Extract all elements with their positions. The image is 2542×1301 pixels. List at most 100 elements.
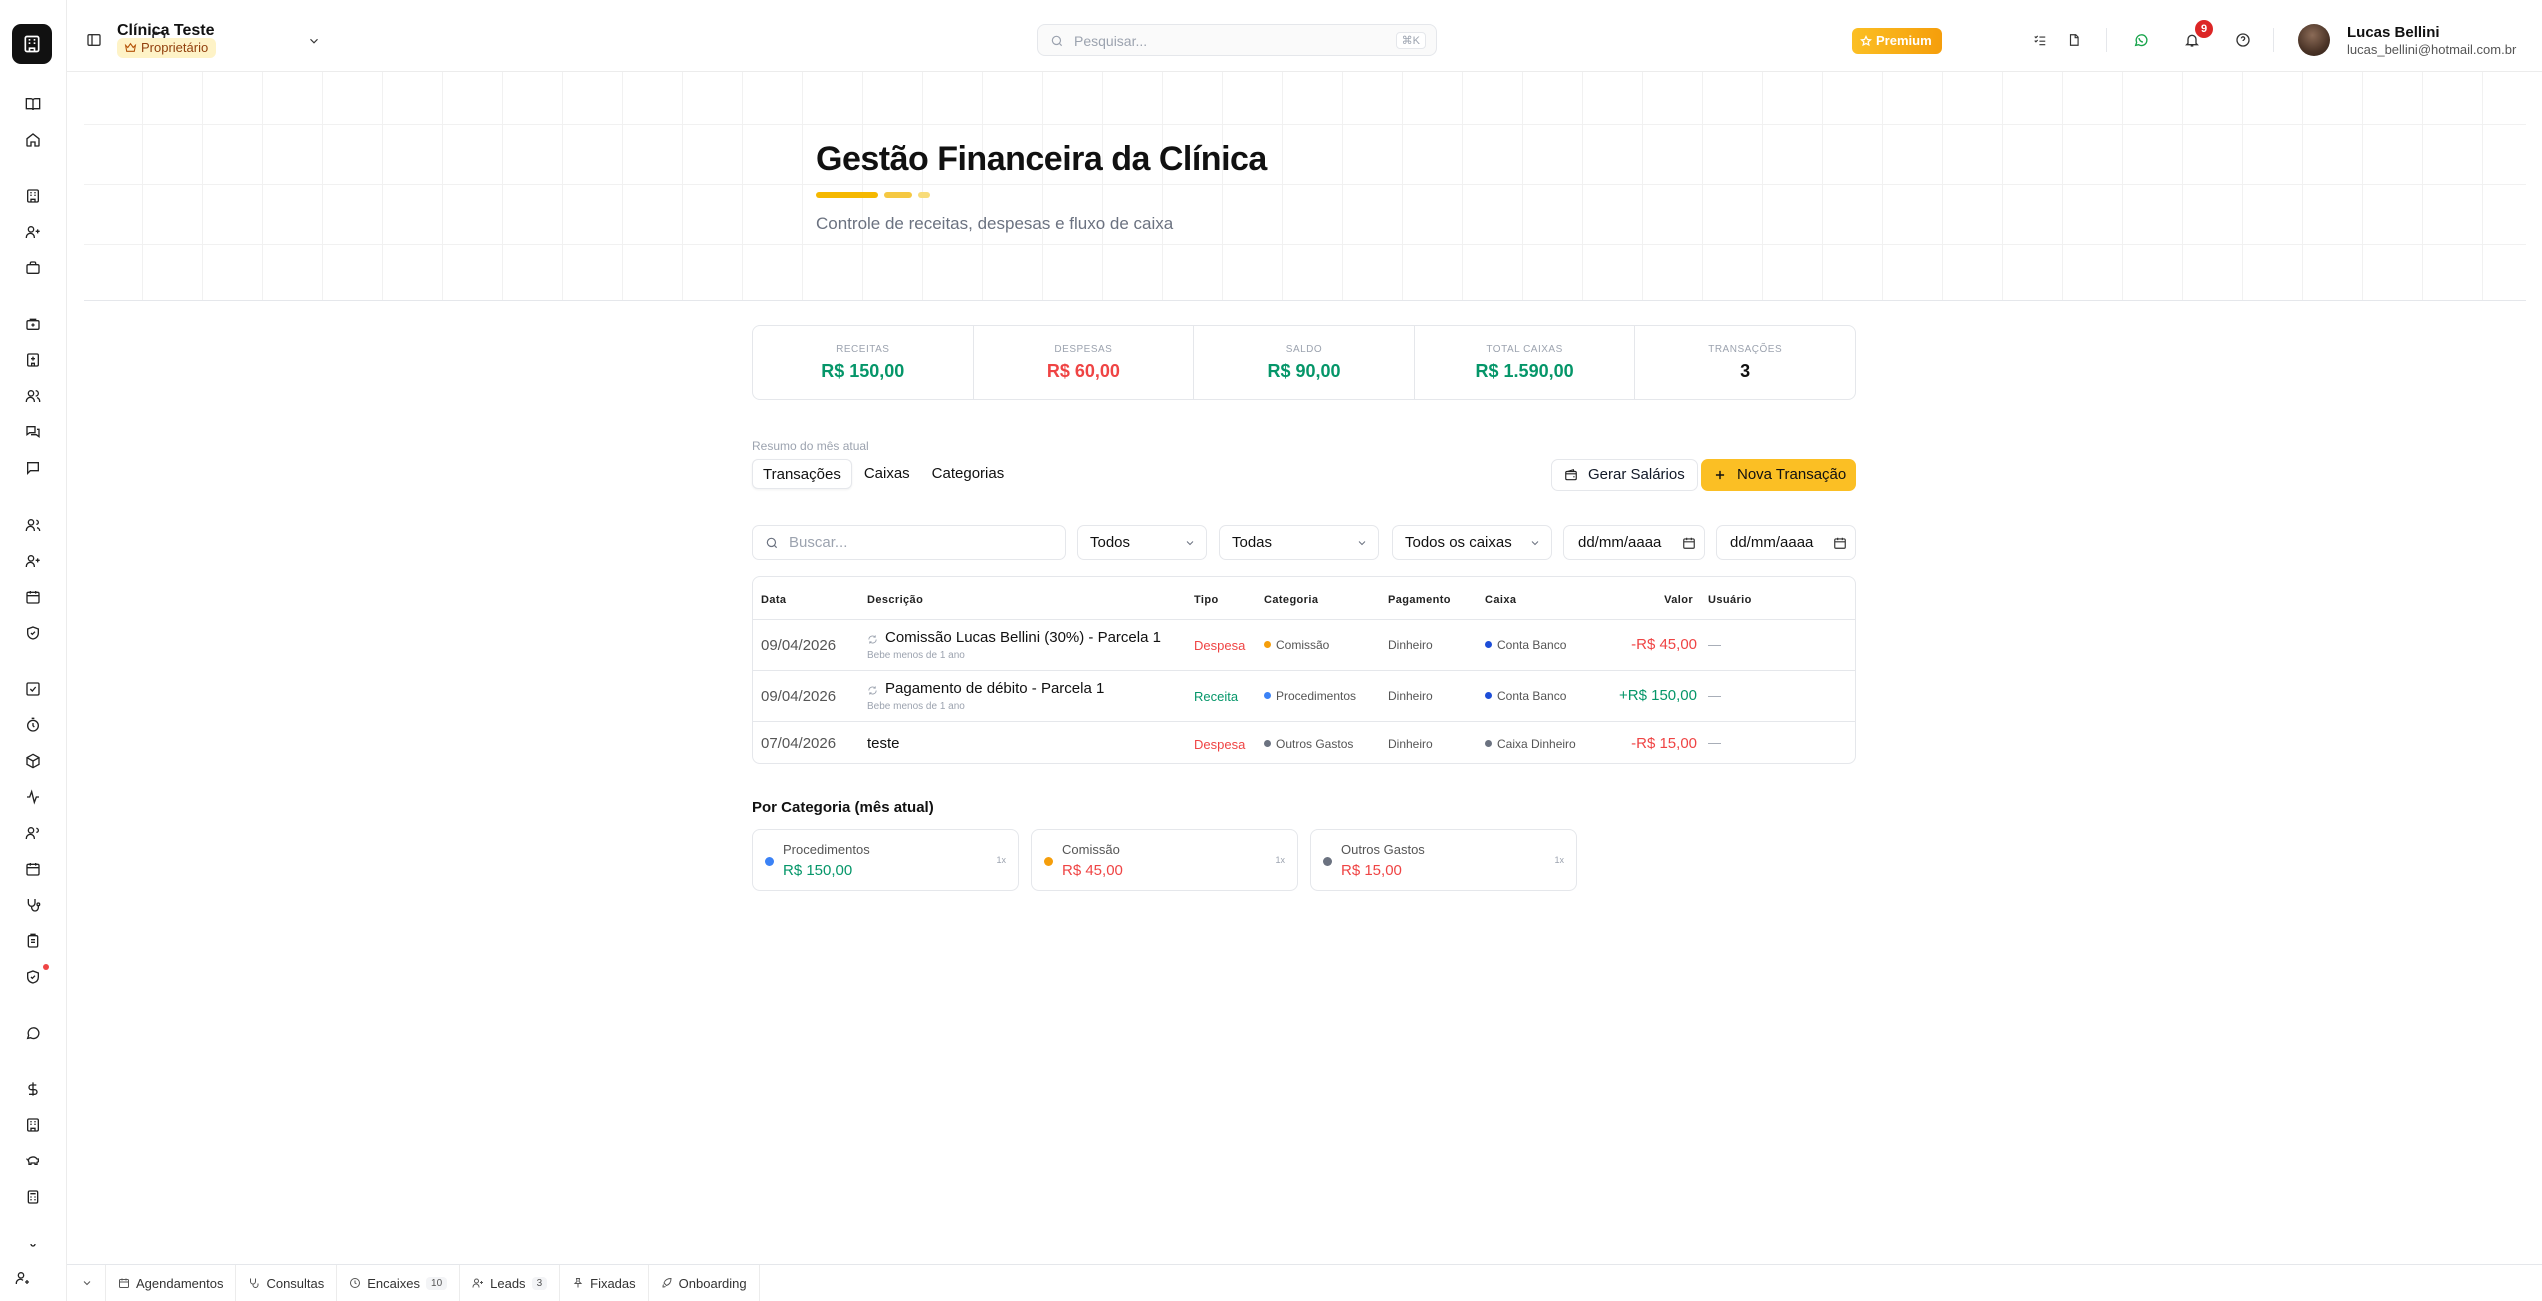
schedule-icon[interactable] (24, 860, 42, 878)
new-transaction-button[interactable]: Nova Transação (1701, 459, 1857, 491)
row-date: 09/04/2026 (761, 637, 837, 654)
collapse-bar-button[interactable] (67, 1264, 106, 1301)
contacts-icon[interactable] (24, 824, 42, 842)
table-row[interactable]: 09/04/2026 Comissão Lucas Bellini (30%) … (753, 619, 1855, 670)
quick-agendamentos[interactable]: Agendamentos (106, 1264, 237, 1301)
row-payment: Dinheiro (1388, 689, 1433, 703)
category-filter-select[interactable]: Todas (1219, 525, 1379, 560)
global-search-input[interactable]: Pesquisar... ⌘K (1037, 24, 1437, 56)
category-count: 1x (996, 855, 1006, 865)
row-description-subtitle: Bebe menos de 1 ano (867, 701, 965, 712)
briefcase-icon[interactable] (24, 259, 42, 277)
transactions-table: Data Descrição Tipo Categoria Pagamento … (752, 576, 1856, 764)
piggy-bank-icon[interactable] (24, 1152, 42, 1170)
avatar[interactable] (2298, 24, 2330, 56)
user-plus-icon[interactable] (24, 223, 42, 241)
dollar-icon[interactable] (24, 1080, 42, 1098)
table-row[interactable]: 09/04/2026 Pagamento de débito - Parcela… (753, 670, 1855, 721)
row-category: Comissão (1264, 638, 1329, 652)
timer-icon[interactable] (24, 716, 42, 734)
premium-badge[interactable]: Premium (1852, 28, 1942, 54)
row-cashbox: Conta Banco (1485, 689, 1566, 703)
row-description: teste (867, 735, 900, 752)
generate-salaries-label: Gerar Salários (1588, 466, 1685, 483)
quick-label: Consultas (266, 1275, 325, 1291)
row-date: 09/04/2026 (761, 688, 837, 705)
date-from-input[interactable]: dd/mm/aaaa (1563, 525, 1705, 560)
home-icon[interactable] (24, 131, 42, 149)
tab-categorias[interactable]: Categorias (922, 459, 1015, 489)
table-row[interactable]: 07/04/2026 teste Despesa Outros Gastos D… (753, 721, 1855, 763)
briefcase-medical-icon[interactable] (24, 315, 42, 333)
clipboard-icon[interactable] (24, 932, 42, 950)
whatsapp-icon[interactable] (24, 1024, 42, 1042)
user-settings-icon[interactable] (14, 1269, 32, 1287)
add-user-icon[interactable] (24, 552, 42, 570)
calculator-icon[interactable] (24, 1188, 42, 1206)
column-header: Pagamento (1388, 594, 1451, 606)
category-card[interactable]: Comissão R$ 45,00 1x (1031, 829, 1298, 891)
checklist-icon[interactable] (2032, 32, 2048, 48)
plus-icon (1715, 470, 1725, 480)
category-dot (1044, 857, 1053, 866)
stat-transacoes: Transações 3 (1635, 326, 1855, 399)
stat-total-caixas: Total Caixas R$ 1.590,00 (1415, 326, 1636, 399)
type-filter-select[interactable]: Todos (1077, 525, 1207, 560)
user-email: lucas_bellini@hotmail.com.br (2347, 42, 2517, 57)
hospital-icon[interactable] (24, 351, 42, 369)
row-payment: Dinheiro (1388, 737, 1433, 751)
checkbox-icon[interactable] (24, 680, 42, 698)
quick-label: Fixadas (590, 1275, 636, 1291)
users-icon[interactable] (24, 387, 42, 405)
repeat-icon (868, 635, 877, 644)
messages-icon[interactable] (24, 423, 42, 441)
app-logo[interactable] (12, 24, 52, 64)
quick-fixadas[interactable]: Fixadas (560, 1264, 649, 1301)
by-category-title: Por Categoria (mês atual) (752, 799, 934, 816)
row-description-subtitle: Bebe menos de 1 ano (867, 650, 965, 661)
stethoscope-icon[interactable] (24, 896, 42, 914)
tab-transacoes[interactable]: Transações (752, 459, 852, 489)
building-icon[interactable] (24, 187, 42, 205)
quick-leads[interactable]: Leads 3 (460, 1264, 561, 1301)
quick-encaixes[interactable]: Encaixes 10 (337, 1264, 461, 1301)
row-type: Receita (1194, 689, 1239, 704)
bank-icon[interactable] (24, 1116, 42, 1134)
date-to-input[interactable]: dd/mm/aaaa (1716, 525, 1856, 560)
quick-count: 10 (426, 1276, 448, 1290)
summary-caption: Resumo do mês atual (752, 439, 869, 453)
app-root: Clínica Teste Proprietário Pesquisar... … (0, 0, 2542, 1301)
calendar-icon[interactable] (24, 588, 42, 606)
chevron-down-icon[interactable] (305, 32, 323, 50)
chat-icon[interactable] (24, 459, 42, 477)
stat-receitas: Receitas R$ 150,00 (753, 326, 974, 399)
generate-salaries-button[interactable]: Gerar Salários (1551, 459, 1698, 491)
sidebar-toggle-icon[interactable] (84, 30, 104, 50)
quick-consultas[interactable]: Consultas (236, 1264, 338, 1301)
row-amount: +R$ 150,00 (1619, 687, 1697, 704)
transaction-search-input[interactable]: Buscar... (752, 525, 1066, 560)
quick-onboarding[interactable]: Onboarding (649, 1264, 760, 1301)
stat-despesas: Despesas R$ 60,00 (974, 326, 1195, 399)
help-icon[interactable] (2234, 31, 2252, 49)
tab-caixas[interactable]: Caixas (854, 459, 920, 489)
calendar-icon[interactable] (1833, 536, 1847, 550)
activity-icon[interactable] (24, 788, 42, 806)
package-icon[interactable] (24, 752, 42, 770)
category-card[interactable]: Outros Gastos R$ 15,00 1x (1310, 829, 1577, 891)
calendar-icon[interactable] (1682, 536, 1696, 550)
user-name[interactable]: Lucas Bellini (2347, 24, 2440, 41)
cashbox-filter-select[interactable]: Todos os caixas (1392, 525, 1552, 560)
file-icon[interactable] (2066, 32, 2082, 48)
column-header: Usuário (1708, 594, 1752, 606)
whatsapp-icon[interactable] (2132, 31, 2150, 49)
team-icon[interactable] (24, 516, 42, 534)
category-card[interactable]: Procedimentos R$ 150,00 1x (752, 829, 1019, 891)
shield-icon[interactable] (24, 968, 42, 986)
search-placeholder: Buscar... (789, 534, 848, 551)
more-icon[interactable] (24, 1244, 42, 1252)
shield-check-icon[interactable] (24, 624, 42, 642)
book-icon[interactable] (24, 95, 42, 113)
wallet-icon (1565, 469, 1577, 481)
stat-value: R$ 1.590,00 (1475, 361, 1574, 381)
